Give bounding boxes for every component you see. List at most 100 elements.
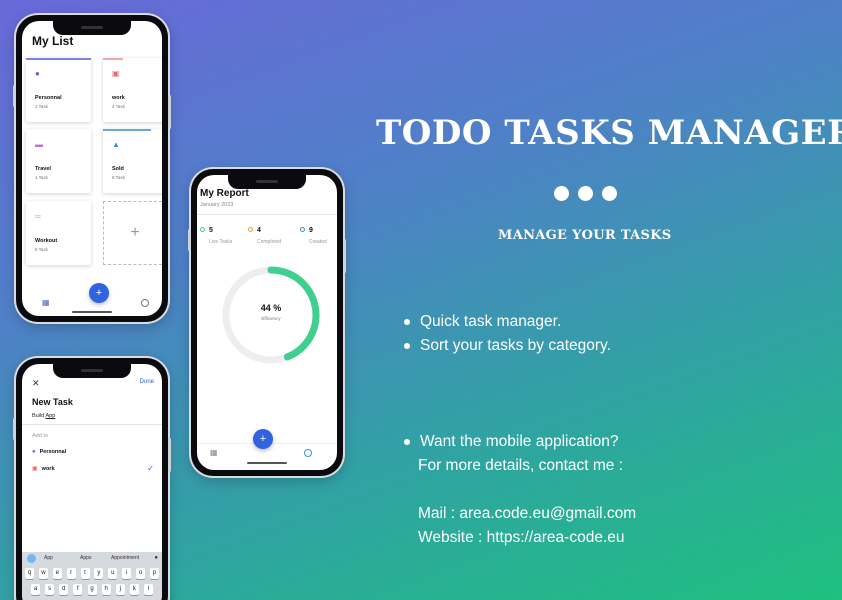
task-input-word: App: [45, 413, 56, 419]
keyboard: App Apps Appointment ● q w e r t y u i o…: [22, 552, 162, 600]
option-label: work: [41, 466, 55, 472]
home-indicator: [247, 462, 287, 464]
dot-icon: [602, 186, 617, 201]
key[interactable]: g: [87, 584, 97, 595]
stat-label: Live Tasks: [209, 239, 233, 245]
phone-newtask: ✕ Done New Task Build App Add to ● Person…: [13, 358, 171, 600]
close-icon[interactable]: ✕: [32, 378, 40, 389]
report-icon[interactable]: [304, 449, 312, 457]
card-accent-bar: [26, 58, 91, 60]
status-dot-icon: [200, 227, 205, 232]
category-name: work: [112, 95, 125, 101]
card-accent-bar: [103, 58, 123, 60]
stat-label: Completed: [257, 239, 282, 245]
key[interactable]: s: [45, 584, 55, 595]
person-icon: ●: [32, 449, 36, 455]
category-card-sold[interactable]: ▲ Sold 8 Task: [103, 129, 162, 193]
option-work[interactable]: ▣ work: [32, 465, 55, 472]
dot-icon: [554, 186, 569, 201]
phone-side-button: [13, 85, 16, 107]
category-count: 1 Task: [35, 175, 48, 180]
newtask-screen: ✕ Done New Task Build App Add to ● Person…: [22, 364, 162, 600]
person-icon: ●: [35, 69, 40, 78]
key[interactable]: f: [73, 584, 83, 595]
feature-item: Sort your tasks by category.: [404, 334, 611, 358]
category-name: Personnal: [35, 95, 62, 101]
category-card-travel[interactable]: ▬ Travel 1 Task: [26, 129, 91, 193]
key[interactable]: w: [38, 568, 48, 579]
stat-label: Created: [309, 239, 327, 245]
category-count: 4 Task: [112, 104, 125, 109]
status-dot-icon: [300, 227, 305, 232]
phone-notch: [53, 364, 131, 378]
decorative-dots: [554, 186, 617, 201]
phone-notch: [53, 21, 131, 35]
suggestion-item[interactable]: Apps: [80, 555, 91, 561]
done-button[interactable]: Done: [140, 379, 154, 385]
task-input-prefix: Build: [32, 413, 46, 419]
key[interactable]: u: [108, 568, 118, 579]
status-dot-icon: [248, 227, 253, 232]
key[interactable]: r: [66, 568, 76, 579]
phone-side-button: [343, 239, 346, 273]
category-count: 8 Task: [112, 175, 125, 180]
key[interactable]: o: [136, 568, 145, 579]
key[interactable]: k: [129, 584, 139, 595]
efficiency-gauge: [222, 266, 320, 364]
key[interactable]: p: [149, 568, 159, 579]
key[interactable]: d: [59, 584, 69, 595]
key[interactable]: e: [52, 568, 62, 579]
stat-value: 5: [209, 227, 213, 234]
feature-item: Quick task manager.: [404, 310, 611, 334]
page-title: My List: [32, 34, 74, 48]
add-task-button[interactable]: +: [253, 429, 273, 449]
briefcase-icon: ▣: [32, 466, 38, 472]
key[interactable]: h: [101, 584, 111, 595]
home-indicator: [72, 311, 112, 313]
key[interactable]: t: [80, 568, 90, 579]
suggestion-item[interactable]: App: [44, 555, 53, 561]
report-icon[interactable]: [141, 299, 149, 307]
category-card-workout[interactable]: ═ Workout 8 Task: [26, 201, 91, 265]
page-title: My Report: [200, 188, 249, 199]
key[interactable]: a: [31, 584, 40, 595]
key[interactable]: y: [94, 568, 104, 579]
phone-mylist: My List ● Personnal 1 Task ▣ work 4 Task…: [13, 15, 171, 322]
category-name: Workout: [35, 238, 58, 244]
category-count: 1 Task: [35, 104, 48, 109]
add-task-button[interactable]: +: [89, 283, 109, 303]
key[interactable]: q: [25, 568, 34, 579]
contact-block: Want the mobile application? For more de…: [404, 430, 636, 550]
feature-list: Quick task manager. Sort your tasks by c…: [404, 310, 611, 358]
grid-icon[interactable]: ▦: [42, 298, 50, 307]
category-name: Travel: [35, 166, 51, 172]
task-name-input[interactable]: Build App: [32, 413, 55, 419]
cart-icon: ▲: [112, 140, 120, 149]
category-card-work[interactable]: ▣ work 4 Task: [103, 58, 162, 122]
keyboard-row: a s d f g h j k l: [31, 584, 153, 595]
suggestion-item[interactable]: Appointment: [111, 555, 139, 561]
stat-value: 4: [257, 227, 261, 234]
grid-icon[interactable]: ▦: [210, 448, 218, 457]
report-screen: My Report January 2023 5 Live Tasks 4 Co…: [197, 175, 337, 470]
contact-website[interactable]: Website : https://area-code.eu: [404, 526, 636, 550]
contact-intro: Want the mobile application?: [404, 430, 636, 454]
contact-mail[interactable]: Mail : area.code.eu@gmail.com: [404, 502, 636, 526]
key[interactable]: l: [144, 584, 153, 595]
add-category-button[interactable]: +: [103, 201, 162, 265]
add-to-label: Add to: [32, 433, 48, 439]
option-personnal[interactable]: ● Personnal: [32, 449, 66, 455]
option-label: Personnal: [39, 449, 67, 455]
dot-icon: [578, 186, 593, 201]
divider: [197, 214, 337, 215]
mic-icon[interactable]: ●: [154, 555, 158, 561]
keyboard-suggest-icon[interactable]: [27, 554, 36, 563]
efficiency-value: 44 %: [260, 303, 282, 313]
category-card-personnal[interactable]: ● Personnal 1 Task: [26, 58, 91, 122]
headline: TODO TASKS MANAGER: [376, 113, 842, 153]
key[interactable]: j: [115, 584, 125, 595]
phone-notch: [228, 175, 306, 189]
phone-side-button: [13, 418, 16, 440]
key[interactable]: i: [122, 568, 132, 579]
